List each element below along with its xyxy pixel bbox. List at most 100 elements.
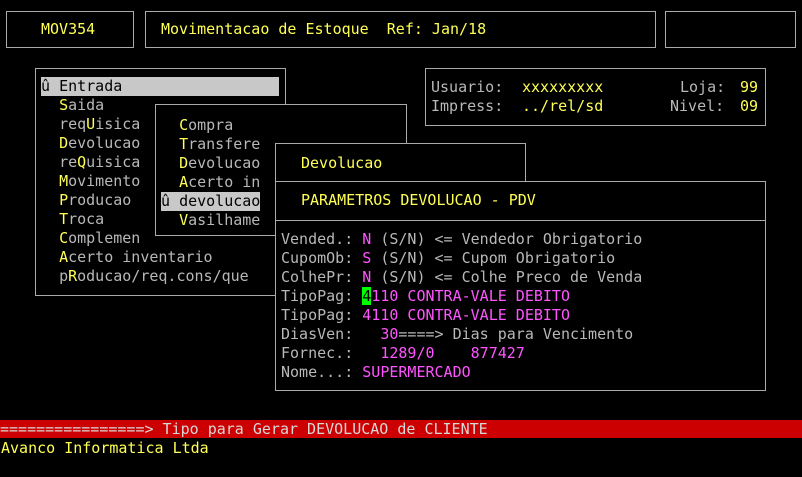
menu-item-indent	[41, 191, 59, 209]
param-description: (S/N) <= Cupom Obrigatorio	[371, 249, 616, 267]
main-menu-item[interactable]: Troca	[41, 210, 104, 229]
param-label: ColhePr:	[281, 268, 363, 286]
nivel-label: Nivel:	[670, 97, 725, 115]
param-row: Vended.: N (S/N) <= Vendedor Obrigatorio	[281, 230, 642, 249]
impress-value: ../rel/sd	[522, 97, 604, 115]
main-menu-item[interactable]: Saida	[41, 96, 104, 115]
submenu-item[interactable]: Compra	[161, 116, 233, 135]
impress-label: Impress:	[431, 97, 504, 115]
param-label: Fornec.:	[281, 344, 363, 362]
main-menu-item[interactable]: Movimento	[41, 172, 140, 191]
param-description: (S/N) <= Vendedor Obrigatorio	[371, 230, 643, 248]
submenu-item[interactable]: Transfere	[161, 135, 260, 154]
submenu-item[interactable]: Vasilhame	[161, 211, 260, 230]
hotkey-letter: D	[59, 134, 69, 152]
param-label: DiasVen:	[281, 325, 363, 343]
hotkey-letter: P	[59, 191, 69, 209]
loja-label: Loja:	[680, 78, 726, 96]
hotkey-letter: C	[179, 116, 189, 134]
menu-item-label: re	[59, 153, 78, 171]
usuario-label: Usuario:	[431, 78, 504, 96]
menu-item-indent	[41, 210, 59, 228]
cursor-field[interactable]: 4	[362, 287, 372, 305]
user-info-panel: Usuario: xxxxxxxxx Loja: 99 Impress: ../…	[425, 68, 766, 126]
menu-item-label: certo inventario	[68, 248, 213, 266]
program-code: MOV354	[41, 20, 96, 38]
menu-item-label: uisica	[86, 153, 141, 171]
main-menu-item[interactable]: reqUisica	[41, 115, 140, 134]
hotkey-letter: A	[59, 248, 69, 266]
menu-item-indent	[161, 116, 179, 134]
main-menu-item[interactable]: Complemen	[41, 229, 140, 248]
submenu-item[interactable]: Acerto in	[161, 173, 260, 192]
menu-item-indent	[41, 172, 59, 190]
main-menu-item[interactable]: û Entrada	[41, 77, 279, 96]
main-menu-item[interactable]: pRoducao/req.cons/que	[41, 267, 249, 286]
menu-item-indent	[41, 153, 59, 171]
param-label: TipoPag:	[281, 287, 363, 305]
param-label: TipoPag:	[281, 306, 363, 324]
hotkey-letter: D	[179, 154, 189, 172]
menu-item-indent	[161, 154, 179, 172]
company-name: Avanco Informatica Ltda	[1, 439, 209, 457]
param-pad	[362, 344, 380, 362]
menu-item-label: isica	[95, 115, 141, 133]
main-menu-item[interactable]: Producao	[41, 191, 131, 210]
submenu-item[interactable]: Devolucao	[161, 154, 260, 173]
menu-item-indent	[161, 135, 179, 153]
header-empty-box	[665, 11, 796, 48]
param-row: Fornec.: 1289/0 877427	[281, 344, 525, 363]
usuario-value: xxxxxxxxx	[522, 78, 604, 96]
menu-item-indent	[161, 173, 179, 191]
param-value[interactable]: SUPERMERCADO	[362, 363, 470, 381]
param-value[interactable]: 30	[380, 325, 398, 343]
param-value[interactable]: S	[362, 249, 371, 267]
parametros-dialog: PARAMETROS DEVOLUCAO - PDV Vended.: N (S…	[275, 181, 766, 391]
menu-item-label: omplemen	[68, 229, 141, 247]
page-title: Movimentacao de Estoque Ref: Jan/18	[161, 20, 487, 38]
param-value[interactable]: 4110 CONTRA-VALE DEBITO	[362, 306, 570, 324]
program-code-box: MOV354	[6, 11, 134, 48]
parametros-title: PARAMETROS DEVOLUCAO - PDV	[301, 191, 536, 209]
param-row: TipoPag: 4110 CONTRA-VALE DEBITO	[281, 287, 570, 306]
param-value[interactable]: 1289/0 877427	[380, 344, 525, 362]
menu-item-indent	[41, 134, 59, 152]
hotkey-letter: U	[86, 115, 96, 133]
param-label: Vended.:	[281, 230, 363, 248]
menu-item-label: aida	[68, 96, 105, 114]
header-title-box: Movimentacao de Estoque Ref: Jan/18	[145, 11, 656, 48]
submenu-item[interactable]: û devolucao	[161, 192, 261, 211]
menu-item-indent	[41, 229, 59, 247]
param-value[interactable]: N	[362, 230, 371, 248]
param-value[interactable]: 110 CONTRA-VALE DEBITO	[371, 287, 570, 305]
main-menu-item[interactable]: Devolucao	[41, 134, 140, 153]
hotkey-letter: Q	[77, 153, 87, 171]
devolucao-popup-title: Devolucao	[301, 154, 383, 172]
param-label: CupomOb:	[281, 249, 363, 267]
selection-marker: û	[41, 77, 60, 95]
menu-item-label: ovimento	[68, 172, 141, 190]
menu-item-label: evolucao	[188, 154, 261, 172]
status-message: ================> Tipo para Gerar DEVOLU…	[0, 420, 488, 438]
param-row: CupomOb: S (S/N) <= Cupom Obrigatorio	[281, 249, 615, 268]
main-menu-item[interactable]: Acerto inventario	[41, 248, 213, 267]
devolucao-popup: Devolucao	[275, 143, 526, 183]
main-menu-item[interactable]: reQuisica	[41, 153, 140, 172]
param-description: ====> Dias para Vencimento	[398, 325, 634, 343]
param-row: TipoPag: 4110 CONTRA-VALE DEBITO	[281, 306, 570, 325]
selection-marker: û	[161, 192, 180, 210]
menu-item-label: devolucao	[179, 192, 261, 210]
param-row: Nome...: SUPERMERCADO	[281, 363, 471, 382]
status-bar: ================> Tipo para Gerar DEVOLU…	[0, 420, 802, 438]
menu-item-label: req	[59, 115, 87, 133]
param-pad	[362, 325, 380, 343]
menu-item-label: asilhame	[188, 211, 261, 229]
menu-item-label: certo in	[188, 173, 261, 191]
param-value[interactable]: N	[362, 268, 371, 286]
hotkey-letter: V	[179, 211, 189, 229]
param-row: ColhePr: N (S/N) <= Colhe Preco de Venda	[281, 268, 642, 287]
menu-item-label: ompra	[188, 116, 234, 134]
hotkey-letter: S	[59, 96, 69, 114]
nivel-value: 09	[740, 97, 759, 115]
hotkey-letter: R	[68, 267, 78, 285]
